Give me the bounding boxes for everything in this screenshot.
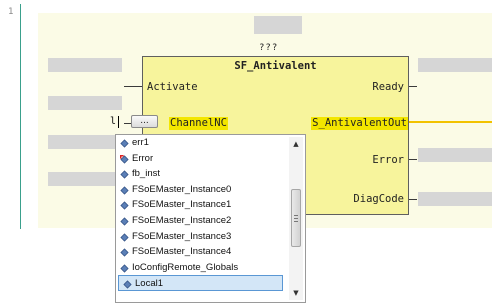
input-operand-empty[interactable] (48, 96, 122, 110)
variable-icon (120, 248, 129, 257)
autocomplete-item[interactable]: FSoEMaster_Instance1 (116, 197, 285, 213)
input-pin-channelnc[interactable]: ChannelNC (169, 117, 228, 130)
autocomplete-item-label: err1 (132, 137, 149, 148)
input-pin-activate[interactable]: Activate (147, 81, 198, 94)
function-block-name: SF_Antivalent (234, 60, 317, 72)
variable-icon (120, 217, 129, 226)
autocomplete-item[interactable]: FSoEMaster_Instance0 (116, 182, 285, 198)
autocomplete-item-label: FSoEMaster_Instance1 (132, 199, 232, 211)
scroll-down-arrow-icon[interactable]: ▼ (289, 286, 303, 300)
input-assistant-button[interactable]: ... (131, 115, 158, 128)
autocomplete-list[interactable]: err1 Error fb_inst FSoEMaster_Instance0 FSoE… (115, 134, 306, 303)
autocomplete-items: err1 Error fb_inst FSoEMaster_Instance0 FSoE… (116, 135, 285, 302)
output-pin-s-antivalentout[interactable]: S_AntivalentOut (311, 117, 408, 130)
autocomplete-item-label: IoConfigRemote_Globals (132, 261, 239, 273)
line-number: 1 (8, 7, 14, 17)
variable-icon (120, 186, 129, 195)
autocomplete-item[interactable]: Local1 (118, 275, 283, 291)
autocomplete-item-label: FSoEMaster_Instance2 (132, 214, 232, 226)
instance-name-box[interactable] (254, 16, 302, 34)
autocomplete-item[interactable]: err1 (116, 135, 285, 151)
variable-icon (120, 170, 129, 179)
output-operand-error[interactable] (418, 148, 492, 162)
autocomplete-item-label: FSoEMaster_Instance0 (132, 183, 232, 195)
autocomplete-item[interactable]: FSoEMaster_Instance3 (116, 229, 285, 245)
operand-input-text[interactable]: l (110, 116, 116, 127)
autocomplete-item-label: FSoEMaster_Instance3 (132, 230, 232, 242)
output-operand-ready[interactable] (418, 58, 492, 72)
input-operand-4[interactable] (48, 172, 122, 186)
output-pin-diagcode[interactable]: DiagCode (353, 193, 404, 206)
autocomplete-item-label: Local1 (135, 278, 163, 290)
output-pin-ready[interactable]: Ready (372, 81, 404, 94)
variable-icon (120, 264, 129, 273)
wire-activate (124, 86, 142, 87)
text-cursor (118, 116, 119, 128)
variable-icon (123, 280, 132, 289)
wire-s-antivalentout (407, 121, 492, 123)
autocomplete-item-label: Error (132, 152, 154, 164)
input-operand-3[interactable] (48, 135, 122, 149)
autocomplete-item[interactable]: FSoEMaster_Instance4 (116, 244, 285, 260)
autocomplete-item-label: FSoEMaster_Instance4 (132, 246, 232, 258)
line-marker-bar (20, 4, 21, 229)
input-operand-activate[interactable] (48, 58, 122, 72)
scroll-up-arrow-icon[interactable]: ▲ (289, 137, 303, 151)
autocomplete-item-label: fb_inst (132, 168, 160, 180)
autocomplete-item[interactable]: FSoEMaster_Instance2 (116, 213, 285, 229)
autocomplete-item[interactable]: fb_inst (116, 166, 285, 182)
autocomplete-item[interactable]: Error (116, 151, 285, 167)
variable-icon (120, 201, 129, 210)
error-variable-icon (120, 154, 129, 164)
output-pin-error[interactable]: Error (372, 154, 404, 167)
autocomplete-item[interactable]: IoConfigRemote_Globals (116, 260, 285, 276)
variable-icon (120, 139, 129, 148)
output-operand-diagcode[interactable] (418, 192, 492, 206)
instance-name-placeholder[interactable]: ??? (259, 43, 278, 53)
variable-icon (120, 232, 129, 242)
autocomplete-scrollbar[interactable]: ▲ ▼ (289, 137, 303, 300)
scroll-thumb[interactable] (291, 189, 301, 247)
